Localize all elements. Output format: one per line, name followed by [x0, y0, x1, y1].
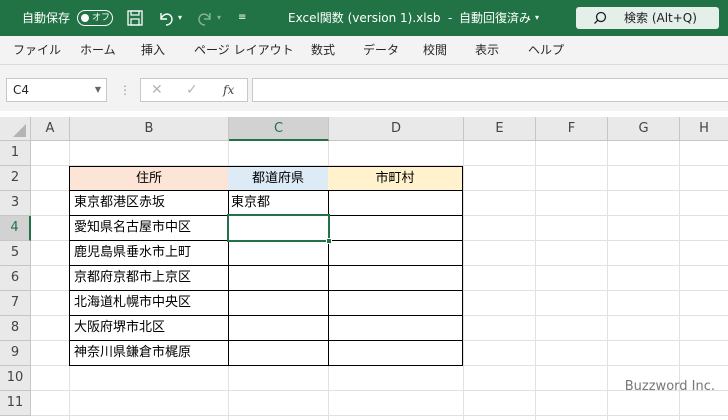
column-header-e[interactable]: E [464, 117, 536, 141]
header-cell-city[interactable]: 市町村 [328, 166, 463, 191]
worksheet-grid[interactable]: A B C D E F G H 1 2 3 4 5 6 7 8 9 10 11 … [0, 117, 728, 420]
redo-dropdown-icon[interactable]: ▾ [217, 0, 221, 36]
insert-function-icon[interactable]: fx [223, 79, 234, 101]
tab-formulas[interactable]: 数式 [311, 36, 335, 64]
tab-help[interactable]: ヘルプ [528, 36, 564, 64]
header-cell-prefecture[interactable]: 都道府県 [228, 166, 329, 191]
search-label: 検索 (Alt+Q) [624, 11, 697, 25]
formula-input[interactable] [252, 78, 728, 102]
document-title: Excel関数 (version 1).xlsb [288, 11, 441, 25]
row-header-8[interactable]: 8 [0, 316, 31, 341]
autosave-toggle[interactable]: オフ [77, 10, 113, 26]
row-header-10[interactable]: 10 [0, 366, 31, 391]
fill-handle[interactable] [326, 238, 332, 244]
enter-icon[interactable]: ✓ [186, 79, 198, 101]
row-header-6[interactable]: 6 [0, 266, 31, 291]
address-cell[interactable]: 京都府京都市上京区 [69, 265, 229, 291]
tab-page-layout[interactable]: ページ レイアウト [194, 36, 294, 64]
autosave-label: 自動保存 [22, 11, 71, 25]
save-icon[interactable] [126, 0, 144, 36]
column-header-b[interactable]: B [70, 117, 229, 141]
row-header-2[interactable]: 2 [0, 166, 31, 191]
undo-dropdown-icon[interactable]: ▾ [178, 0, 182, 36]
tab-review[interactable]: 校閲 [423, 36, 447, 64]
name-box[interactable]: C4 ▼ [6, 78, 107, 102]
column-header-c[interactable]: C [229, 117, 329, 141]
city-cell[interactable] [328, 290, 463, 316]
tab-data[interactable]: データ [363, 36, 399, 64]
undo-icon[interactable] [157, 0, 175, 36]
formula-bar-grip-icon: ⋮ [119, 83, 131, 97]
column-header-h[interactable]: H [680, 117, 728, 141]
prefecture-cell[interactable] [228, 290, 329, 316]
column-header-a[interactable]: A [31, 117, 70, 141]
row-header-7[interactable]: 7 [0, 291, 31, 316]
title-separator: - [448, 11, 453, 25]
row-header-11[interactable]: 11 [0, 391, 31, 416]
prefecture-cell[interactable] [228, 315, 329, 341]
formula-buttons: ✕ ✓ fx [140, 78, 248, 102]
tab-view[interactable]: 表示 [475, 36, 499, 64]
title-bar: 自動保存 オフ ▾ ▾ ≡ Excel関数 (version 1).xlsb -… [0, 0, 728, 36]
city-cell[interactable] [328, 265, 463, 291]
row-header-1[interactable]: 1 [0, 141, 31, 166]
address-cell[interactable]: 鹿児島県垂水市上町 [69, 240, 229, 266]
address-cell[interactable]: 北海道札幌市中央区 [69, 290, 229, 316]
tab-file[interactable]: ファイル [13, 36, 61, 64]
save-status-dropdown-icon[interactable]: ▾ [535, 0, 539, 36]
search-icon [593, 7, 607, 36]
address-cell[interactable]: 愛知県名古屋市中区 [69, 215, 229, 241]
tab-home[interactable]: ホーム [80, 36, 116, 64]
watermark: Buzzword Inc. [624, 379, 715, 394]
city-cell[interactable] [328, 190, 463, 216]
prefecture-cell[interactable]: 東京都 [228, 190, 329, 216]
column-header-g[interactable]: G [608, 117, 680, 141]
prefecture-cell[interactable] [228, 265, 329, 291]
select-all-corner[interactable] [0, 117, 31, 141]
header-cell-address[interactable]: 住所 [69, 166, 229, 191]
city-cell[interactable] [328, 315, 463, 341]
city-cell[interactable] [328, 215, 463, 241]
row-header-4[interactable]: 4 [0, 216, 31, 241]
redo-icon[interactable] [196, 0, 214, 36]
tab-insert[interactable]: 挿入 [141, 36, 165, 64]
name-box-value: C4 [13, 83, 30, 97]
prefecture-cell[interactable] [228, 240, 329, 266]
prefecture-cell[interactable] [228, 340, 329, 366]
autosave-state: オフ [92, 13, 111, 23]
ribbon-tabs: ファイル ホーム 挿入 ページ レイアウト 数式 データ 校閲 表示 ヘルプ [0, 36, 728, 65]
cancel-icon[interactable]: ✕ [151, 79, 163, 101]
row-header-3[interactable]: 3 [0, 191, 31, 216]
city-cell[interactable] [328, 240, 463, 266]
name-box-dropdown-icon[interactable]: ▼ [95, 79, 101, 101]
toggle-knob [81, 14, 89, 22]
address-cell[interactable]: 東京都港区赤坂 [69, 190, 229, 216]
row-header-5[interactable]: 5 [0, 241, 31, 266]
search-box[interactable]: 検索 (Alt+Q) [576, 7, 719, 29]
active-cell-selection [227, 214, 330, 242]
city-cell[interactable] [328, 340, 463, 366]
customize-qat-icon[interactable]: ≡ [238, 0, 246, 36]
address-cell[interactable]: 神奈川県鎌倉市梶原 [69, 340, 229, 366]
save-status[interactable]: 自動回復済み [459, 0, 531, 36]
address-cell[interactable]: 大阪府堺市北区 [69, 315, 229, 341]
column-header-f[interactable]: F [536, 117, 608, 141]
row-header-9[interactable]: 9 [0, 341, 31, 366]
column-header-d[interactable]: D [329, 117, 464, 141]
formula-bar: C4 ▼ ⋮ ✕ ✓ fx [0, 65, 728, 111]
